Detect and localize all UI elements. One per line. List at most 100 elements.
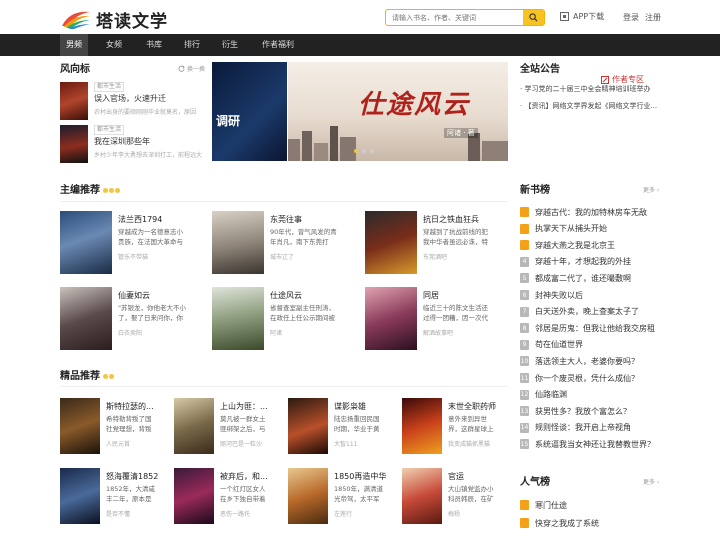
book-author[interactable]: 是否不懂 <box>106 509 130 518</box>
book-title[interactable]: 末世全职药师 <box>448 401 508 412</box>
logo-icon[interactable] <box>60 6 92 30</box>
banner-slide-prev[interactable]: 调研 <box>212 62 287 161</box>
rank-title[interactable]: 邻居是历鬼：但我让他给我交房租 <box>535 323 655 334</box>
book-author[interactable]: 白衣卖阳 <box>118 328 142 337</box>
carousel-dot[interactable] <box>354 149 358 153</box>
book-title[interactable]: 仙妻如云 <box>118 290 150 301</box>
new-book-item[interactable]: 4 穿越十年，才想起我的外挂 <box>520 255 665 269</box>
book-card[interactable]: 1850再造中华 1850年，满清道光帝驾，太平军 左莲行 <box>288 468 398 524</box>
new-book-item[interactable]: 14 规则怪谈：我开启上帝视角 <box>520 421 665 435</box>
new-book-item[interactable]: 12 仙路临渊 <box>520 388 665 402</box>
book-card[interactable]: 斯特拉瑟的... 希特勒背叛了国社党理想，背叛 人民元首 <box>60 398 170 454</box>
new-book-item[interactable]: 15 系统逼我当女神还让我替教世界？ <box>520 437 665 451</box>
new-book-item[interactable]: 8 邻居是历鬼：但我让他给我交房租 <box>520 321 665 335</box>
search-input[interactable] <box>392 10 517 25</box>
fengxiang-item[interactable]: 都市生活 误入官场，火速升迁 农村出身的要硕刚刚毕业就莫名，原因 <box>60 82 210 124</box>
register-link[interactable]: 注册 <box>645 12 661 23</box>
book-cover[interactable] <box>212 287 264 350</box>
nav-item-male[interactable]: 男频 <box>60 34 88 56</box>
rank-title[interactable]: 系统逼我当女神还让我替教世界？ <box>535 439 655 450</box>
logo-text[interactable]: 塔读文学 <box>96 7 168 32</box>
nav-item-ranking[interactable]: 排行 <box>176 34 208 56</box>
book-cover[interactable] <box>365 211 417 274</box>
book-cover[interactable] <box>365 287 417 350</box>
notice-item[interactable]: · 【资讯】网络文学界发起《网络文学行业... <box>520 101 660 111</box>
book-card[interactable]: 东莞往事 90年代，曾气风发的青年肖凡，南下东莞打工，邂逅了 城市辽了 <box>212 211 362 275</box>
banner-carousel[interactable]: 调研 仕途风云 阿诸 · 著 <box>212 62 508 161</box>
book-author[interactable]: 东莞酒吧 <box>423 252 447 261</box>
book-author[interactable]: 左莲行 <box>334 509 352 518</box>
book-card[interactable]: 抗日之铁血狂兵 穿越到了抗战前线的犯我中华者虽远必诛，特种兵赵志国 东莞酒吧 <box>365 211 515 275</box>
nav-item-author-welfare[interactable]: 作者福利 <box>254 34 302 56</box>
book-title[interactable]: 怒海覆清1852 <box>106 471 166 482</box>
rank-title[interactable]: 穿越大燕之我是北京王 <box>535 240 615 251</box>
rank-title[interactable]: 封神失败以后 <box>535 290 583 301</box>
book-author[interactable]: 大智111 <box>334 439 357 448</box>
book-cover[interactable] <box>402 398 442 454</box>
popular-more-link[interactable]: 更多 › <box>643 477 659 486</box>
change-button[interactable]: 换一换 <box>178 64 205 73</box>
new-book-item[interactable]: 9 苟在仙道世界 <box>520 338 665 352</box>
book-card[interactable]: 仙妻如云 "苏银龙，你他老大不小了，娶了日来问你，你要选 白衣卖阳 <box>60 287 210 351</box>
book-card[interactable]: 仕途风云 省督查室副主任刑涛，在政任上任公示期间被举报，首 阿诸 <box>212 287 362 351</box>
book-title[interactable]: 谍影枭雄 <box>334 401 394 412</box>
book-cover[interactable] <box>60 211 112 274</box>
book-title[interactable]: 抗日之铁血狂兵 <box>423 214 479 225</box>
new-book-item[interactable]: 穿越大燕之我是北京王 <box>520 238 665 252</box>
notice-item[interactable]: · 学习党的二十届三中全会精神培训班举办 <box>520 84 660 94</box>
book-author[interactable]: 恶伤一路托 <box>220 509 250 518</box>
app-download-link[interactable]: APP下载 <box>560 11 604 22</box>
book-card[interactable]: 被弃后，和... 一个红灯区女人在乡下独自带着 恶伤一路托 <box>174 468 284 524</box>
rank-title[interactable]: 寒门仕途 <box>535 500 567 511</box>
book-cover[interactable] <box>288 468 328 524</box>
popular-item[interactable]: 快穿之我成了系统 <box>520 516 665 530</box>
book-author[interactable]: 城市辽了 <box>270 252 294 261</box>
new-book-item[interactable]: 5 都成富二代了，谁还嘬敷啊 <box>520 271 665 285</box>
new-book-item[interactable]: 穿越古代：我的加特林房车无敌 <box>520 205 665 219</box>
book-author[interactable]: 丽河巴是一粒沙 <box>220 439 262 448</box>
book-cover[interactable] <box>60 82 88 120</box>
book-author[interactable]: 我变成猫抓黑猫 <box>448 439 490 448</box>
book-cover[interactable] <box>174 398 214 454</box>
rank-title[interactable]: 穿越古代：我的加特林房车无敌 <box>535 207 647 218</box>
rank-title[interactable]: 苟在仙道世界 <box>535 339 583 350</box>
book-title[interactable]: 法兰西1794 <box>118 214 162 225</box>
nav-item-library[interactable]: 书库 <box>138 34 170 56</box>
rank-title[interactable]: 仙路临渊 <box>535 389 567 400</box>
nav-item-female[interactable]: 女频 <box>98 34 130 56</box>
new-books-more-link[interactable]: 更多 › <box>643 185 659 194</box>
book-cover[interactable] <box>288 398 328 454</box>
rank-title[interactable]: 执掌天下从捕头开始 <box>535 223 607 234</box>
book-card[interactable]: 末世全职药师 意外来到异世界，这群星球上的 我变成猫抓黑猫 <box>402 398 512 454</box>
book-cover[interactable] <box>60 287 112 350</box>
rank-title[interactable]: 落选领主大人，老婆你要吗？ <box>535 356 639 367</box>
book-card[interactable]: 同居 临近三十的陈文生活还过得一团糟，因一次代驾撞车被 解酒故事吧 <box>365 287 515 351</box>
search-button[interactable] <box>523 10 544 25</box>
carousel-dot[interactable] <box>362 149 366 153</box>
rank-title[interactable]: 都成富二代了，谁还嘬敷啊 <box>535 273 631 284</box>
nav-item-derivative[interactable]: 衍生 <box>214 34 246 56</box>
book-card[interactable]: 官运 大山镇党监办小科员韩辰，在矿 梅杨 <box>402 468 512 524</box>
rank-title[interactable]: 你一个废灵根，凭什么成仙？ <box>535 373 639 384</box>
rank-title[interactable]: 规则怪谈：我开启上帝视角 <box>535 422 631 433</box>
book-title[interactable]: 斯特拉瑟的... <box>106 401 166 412</box>
book-title[interactable]: 我在深圳那些年 <box>94 136 150 147</box>
new-book-item[interactable]: 10 落选领主大人，老婆你要吗？ <box>520 354 665 368</box>
book-author[interactable]: 解酒故事吧 <box>423 328 453 337</box>
book-title[interactable]: 官运 <box>448 471 508 482</box>
carousel-dot[interactable] <box>370 149 374 153</box>
rank-title[interactable]: 快穿之我成了系统 <box>535 518 599 529</box>
new-book-item[interactable]: 13 获男性多？我放个富怎么？ <box>520 404 665 418</box>
rank-title[interactable]: 穿越十年，才想起我的外挂 <box>535 256 631 267</box>
book-title[interactable]: 被弃后，和... <box>220 471 280 482</box>
book-cover[interactable] <box>60 398 100 454</box>
login-link[interactable]: 登录 <box>623 12 639 23</box>
popular-item[interactable]: 寒门仕途 <box>520 498 665 512</box>
rank-title[interactable]: 获男性多？我放个富怎么？ <box>535 406 631 417</box>
book-card[interactable]: 怒海覆清1852 1852年，大清咸丰二年，原本是 是否不懂 <box>60 468 170 524</box>
book-cover[interactable] <box>60 468 100 524</box>
book-author[interactable]: 管乐不带猫 <box>118 252 148 261</box>
book-card[interactable]: 谍影枭雄 陆忠扬重回民国时期，华业于黄 大智111 <box>288 398 398 454</box>
new-book-item[interactable]: 执掌天下从捕头开始 <box>520 222 665 236</box>
book-card[interactable]: 法兰西1794 穿越成为一名德意志小贵族，在法国大革命与拿破仑时代 管乐不带猫 <box>60 211 210 275</box>
